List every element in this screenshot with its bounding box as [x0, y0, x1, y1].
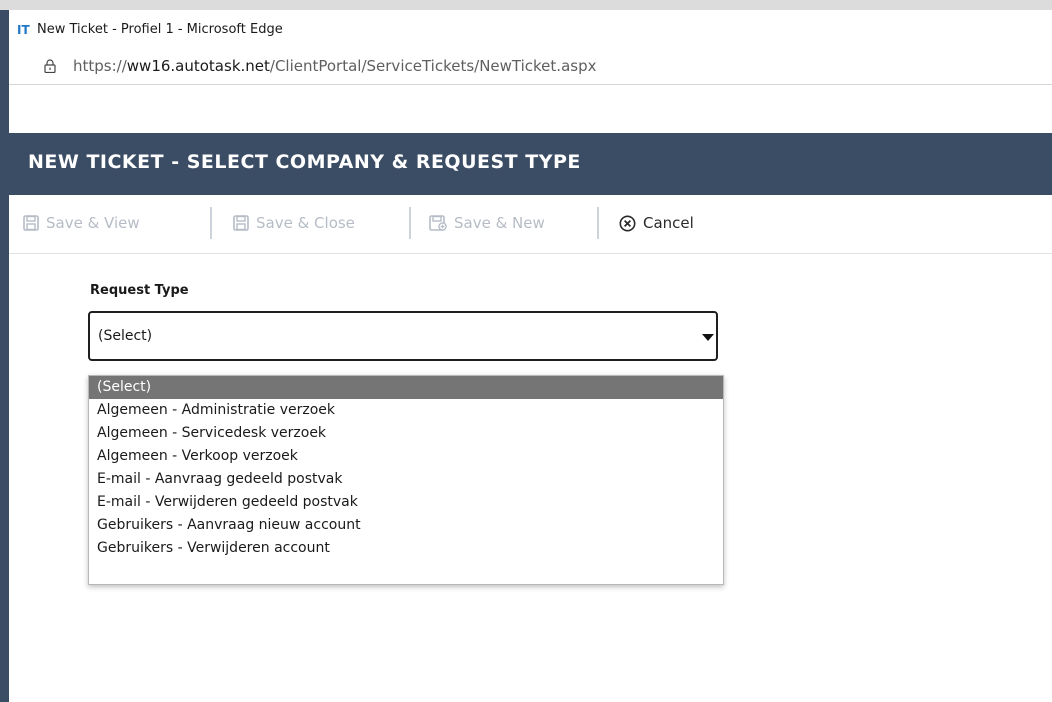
- dropdown-option[interactable]: E-mail - Aanvraag gedeeld postvak: [89, 468, 723, 491]
- left-edge-bar: [0, 10, 9, 702]
- toolbar-divider: [597, 207, 599, 239]
- toolbar: Save & View Save & Close Save & New Canc…: [9, 195, 1052, 254]
- toolbar-divider: [409, 207, 411, 239]
- url-host: ww16.autotask.net: [126, 57, 270, 75]
- save-new-icon: [429, 215, 447, 231]
- save-close-button[interactable]: Save & Close: [233, 210, 355, 236]
- dropdown-option[interactable]: Algemeen - Servicedesk verzoek: [89, 422, 723, 445]
- dropdown-option[interactable]: Gebruikers - Aanvraag nieuw account: [89, 514, 723, 537]
- dropdown-option[interactable]: Algemeen - Verkoop verzoek: [89, 445, 723, 468]
- window-title: New Ticket - Profiel 1 - Microsoft Edge: [37, 22, 283, 37]
- chevron-down-icon[interactable]: [702, 334, 714, 341]
- cancel-button[interactable]: Cancel: [619, 210, 694, 236]
- window-titlebar: IT New Ticket - Profiel 1 - Microsoft Ed…: [9, 10, 1052, 48]
- url-path: /ClientPortal/ServiceTickets/NewTicket.a…: [269, 57, 597, 75]
- url-text[interactable]: https://ww16.autotask.net/ClientPortal/S…: [73, 57, 596, 75]
- save-close-label: Save & Close: [256, 214, 355, 232]
- page-title: NEW TICKET - SELECT COMPANY & REQUEST TY…: [28, 151, 581, 173]
- save-view-label: Save & View: [46, 214, 140, 232]
- request-type-value: (Select): [98, 328, 153, 344]
- url-prefix: https://: [73, 57, 127, 75]
- save-new-button[interactable]: Save & New: [429, 210, 545, 236]
- dropdown-option[interactable]: (Select): [89, 376, 723, 399]
- app-icon: IT: [17, 23, 30, 37]
- save-icon: [23, 215, 39, 231]
- page-header: NEW TICKET - SELECT COMPANY & REQUEST TY…: [9, 133, 1052, 195]
- dropdown-option[interactable]: Gebruikers - Verwijderen account: [89, 537, 723, 560]
- toolbar-divider: [210, 207, 212, 239]
- screen-top-strip: [0, 0, 1052, 10]
- lock-icon[interactable]: [43, 59, 57, 73]
- dropdown-option[interactable]: E-mail - Verwijderen gedeeld postvak: [89, 491, 723, 514]
- browser-window: IT New Ticket - Profiel 1 - Microsoft Ed…: [9, 10, 1052, 702]
- save-view-button[interactable]: Save & View: [23, 210, 140, 236]
- request-type-select[interactable]: (Select): [88, 311, 718, 361]
- cancel-label: Cancel: [643, 214, 694, 232]
- request-type-dropdown: (Select) Algemeen - Administratie verzoe…: [88, 375, 724, 585]
- request-type-label: Request Type: [90, 283, 189, 298]
- save-new-label: Save & New: [454, 214, 545, 232]
- dropdown-option[interactable]: Algemeen - Administratie verzoek: [89, 399, 723, 422]
- address-bar[interactable]: https://ww16.autotask.net/ClientPortal/S…: [9, 48, 1052, 85]
- cancel-icon: [619, 215, 636, 231]
- save-icon: [233, 215, 249, 231]
